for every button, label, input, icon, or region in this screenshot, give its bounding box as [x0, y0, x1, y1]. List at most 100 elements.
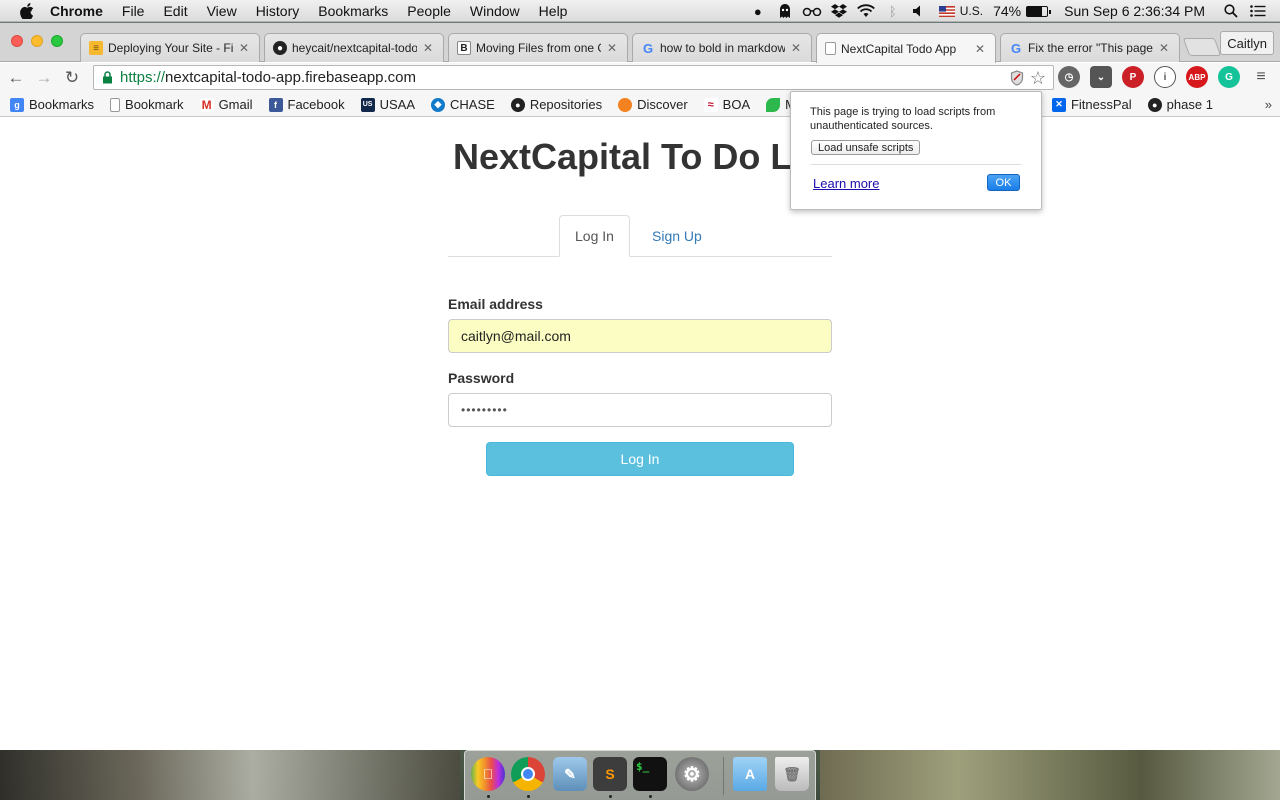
fullscreen-window-button[interactable]	[51, 35, 63, 47]
usaa-icon: US	[360, 97, 375, 112]
bookmark-label: FitnessPal	[1070, 97, 1132, 112]
new-tab-button[interactable]	[1182, 38, 1222, 56]
bookmark-facebook[interactable]: f Facebook	[268, 97, 345, 112]
notification-center-icon[interactable]	[1248, 3, 1268, 19]
learn-more-link[interactable]: Learn more	[813, 176, 879, 191]
menu-file[interactable]: File	[122, 3, 145, 19]
chrome-menu-icon[interactable]: ≡	[1250, 66, 1272, 88]
github-icon: ●	[510, 97, 525, 112]
bookmark-gmail[interactable]: M Gmail	[199, 97, 253, 112]
bookmark-apps[interactable]: g Bookmarks	[10, 97, 94, 112]
applications-folder-icon[interactable]: A	[733, 757, 767, 791]
bookmark-star-icon[interactable]: ☆	[1027, 68, 1049, 88]
tab-fix-the-error[interactable]: G Fix the error "This page is ✕	[1000, 33, 1180, 62]
bluetooth-icon[interactable]: ᛒ	[883, 3, 903, 19]
menu-bookmarks[interactable]: Bookmarks	[318, 3, 388, 19]
menu-view[interactable]: View	[207, 3, 237, 19]
dark-balloon-icon[interactable]: ●	[748, 3, 768, 19]
bookmark-phase-1[interactable]: ● phase 1	[1147, 97, 1213, 112]
tab-github-repo[interactable]: ● heycait/nextcapital-todo ✕	[264, 33, 444, 62]
us-flag-icon[interactable]	[937, 3, 957, 19]
battery-icon[interactable]	[1026, 5, 1052, 17]
log-in-button[interactable]: Log In	[486, 442, 794, 476]
trash-icon[interactable]: 🗑	[775, 757, 809, 791]
tab-title: Deploying Your Site - Fir	[108, 41, 233, 55]
bookmark-label: Facebook	[287, 97, 345, 112]
bookmark-bookmark[interactable]: Bookmark	[110, 97, 184, 112]
google-icon: G	[642, 40, 654, 56]
minimize-window-button[interactable]	[31, 35, 43, 47]
page-title: NextCapital To Do List	[453, 136, 835, 177]
close-tab-icon[interactable]: ✕	[605, 41, 619, 55]
shield-icon[interactable]	[1007, 68, 1027, 88]
tab-title: Moving Files from one Git	[476, 41, 601, 55]
address-bar[interactable]: https:// nextcapital-todo-app.firebaseap…	[93, 65, 1054, 90]
email-field[interactable]: caitlyn@mail.com	[448, 319, 832, 353]
tab-deploying-your-site[interactable]: ≡ Deploying Your Site - Fir ✕	[80, 33, 260, 62]
menu-window[interactable]: Window	[470, 3, 520, 19]
close-tab-icon[interactable]: ✕	[237, 41, 251, 55]
tab-sign-up[interactable]: Sign Up	[637, 215, 717, 257]
menu-people[interactable]: People	[407, 3, 451, 19]
adblock-plus-icon[interactable]: ABP	[1186, 66, 1208, 88]
finder-icon[interactable]: 	[471, 757, 505, 791]
wifi-icon[interactable]	[856, 3, 876, 19]
info-icon[interactable]: i	[1154, 66, 1176, 88]
system-preferences-icon[interactable]: ⚙	[675, 757, 709, 791]
tab-nextcapital-todo-app[interactable]: NextCapital Todo App ✕	[816, 33, 996, 63]
close-tab-icon[interactable]: ✕	[789, 41, 803, 55]
url-host: nextcapital-todo-app.firebaseapp.com	[165, 69, 417, 86]
close-tab-icon[interactable]: ✕	[1157, 41, 1171, 55]
grammarly-icon[interactable]: G	[1218, 66, 1240, 88]
load-unsafe-scripts-button[interactable]: Load unsafe scripts	[811, 140, 921, 155]
ok-button[interactable]: OK	[987, 174, 1020, 191]
back-arrow-icon[interactable]: ←	[4, 66, 28, 90]
bookmark-chase[interactable]: ◆ CHASE	[431, 97, 495, 112]
battery-percentage[interactable]: 74%	[993, 3, 1021, 19]
bookmark-repositories[interactable]: ● Repositories	[510, 97, 603, 112]
dropbox-icon[interactable]	[829, 3, 849, 19]
bookmark-discover[interactable]: Discover	[618, 97, 688, 112]
bookmarks-overflow-icon[interactable]: »	[1265, 97, 1272, 112]
apple-icon[interactable]	[18, 0, 36, 22]
chrome-icon[interactable]	[511, 757, 545, 791]
menu-help[interactable]: Help	[539, 3, 568, 19]
profile-button[interactable]: Caitlyn	[1220, 31, 1274, 55]
preview-icon[interactable]: ✎	[553, 757, 587, 791]
terminal-icon[interactable]: $_	[633, 757, 667, 791]
clock[interactable]: Sun Sep 6 2:36:34 PM	[1064, 3, 1205, 19]
menu-history[interactable]: History	[256, 3, 300, 19]
tab-moving-files[interactable]: B Moving Files from one Git ✕	[448, 33, 628, 62]
menu-app-name[interactable]: Chrome	[50, 3, 103, 19]
lock-icon[interactable]	[100, 71, 114, 85]
forward-arrow-icon[interactable]: →	[32, 66, 56, 90]
github-icon: ●	[273, 41, 287, 55]
close-tab-icon[interactable]: ✕	[421, 41, 435, 55]
bookmark-label: Repositories	[529, 97, 603, 112]
pocket-icon[interactable]: ⌄	[1090, 66, 1112, 88]
tab-title: how to bold in markdown	[660, 41, 785, 55]
password-field[interactable]: •••••••••	[448, 393, 832, 427]
history-clock-icon[interactable]: ◷	[1058, 66, 1080, 88]
glasses-icon[interactable]	[802, 3, 822, 19]
ghost-icon[interactable]	[775, 3, 795, 19]
bookmark-fitnesspal[interactable]: ✕ FitnessPal	[1051, 97, 1132, 112]
input-source-label[interactable]: U.S.	[960, 4, 983, 18]
volume-icon[interactable]	[910, 3, 930, 19]
browser-window: ≡ Deploying Your Site - Fir ✕ ● heycait/…	[0, 23, 1280, 750]
pinterest-icon[interactable]: P	[1122, 66, 1144, 88]
tab-log-in[interactable]: Log In	[559, 215, 630, 257]
spotlight-search-icon[interactable]	[1221, 3, 1241, 19]
tab-bold-markdown[interactable]: G how to bold in markdown ✕	[632, 33, 812, 62]
bookmark-usaa[interactable]: US USAA	[360, 97, 415, 112]
extension-icons: ◷ ⌄ P i ABP G ≡	[1058, 66, 1280, 88]
running-indicator	[487, 795, 490, 798]
wallpaper-left	[0, 748, 460, 800]
reload-icon[interactable]: ↻	[60, 66, 84, 90]
close-tab-icon[interactable]: ✕	[973, 42, 987, 56]
menu-edit[interactable]: Edit	[163, 3, 187, 19]
sublime-text-icon[interactable]: S	[593, 757, 627, 791]
insecure-content-popup: This page is trying to load scripts from…	[790, 91, 1042, 210]
bookmark-boa[interactable]: ≈ BOA	[703, 97, 750, 112]
close-window-button[interactable]	[11, 35, 23, 47]
